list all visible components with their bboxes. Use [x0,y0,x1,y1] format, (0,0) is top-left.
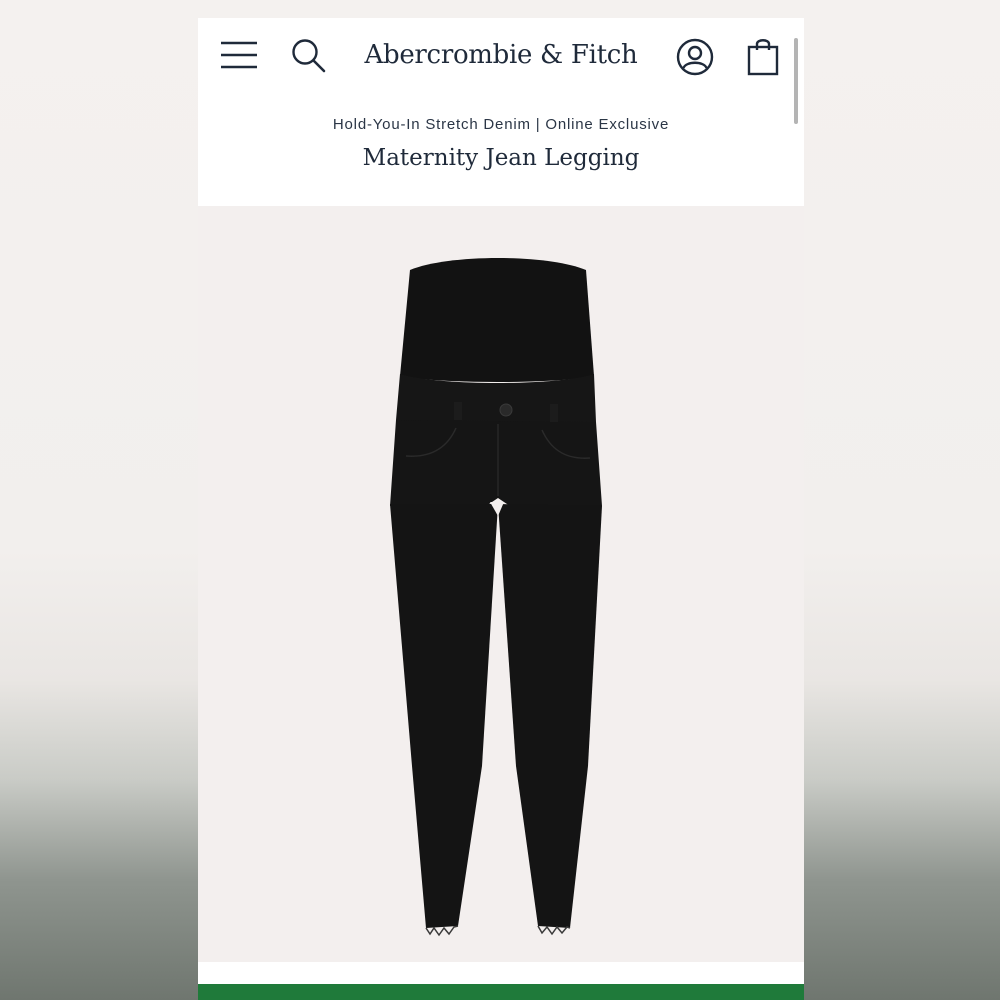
content-divider [198,962,804,984]
belly-panel [400,258,594,382]
right-leg [498,504,602,928]
button [499,403,513,417]
site-header: Abercrombie & Fitch Hold-You-In Stretch … [198,18,804,206]
product-image [390,258,602,937]
shopping-bag-icon[interactable] [746,36,780,76]
jeans-hip [390,420,602,506]
promo-banner[interactable] [198,984,804,1000]
product-title: Maternity Jean Legging [362,145,640,171]
scrollbar[interactable] [794,38,798,124]
product-image-area[interactable] [198,206,804,962]
product-subtitle: Hold-You-In Stretch Denim | Online Exclu… [332,116,670,133]
left-leg [390,504,498,928]
mobile-screen: Abercrombie & Fitch Hold-You-In Stretch … [198,18,804,1000]
account-icon[interactable] [676,38,714,76]
